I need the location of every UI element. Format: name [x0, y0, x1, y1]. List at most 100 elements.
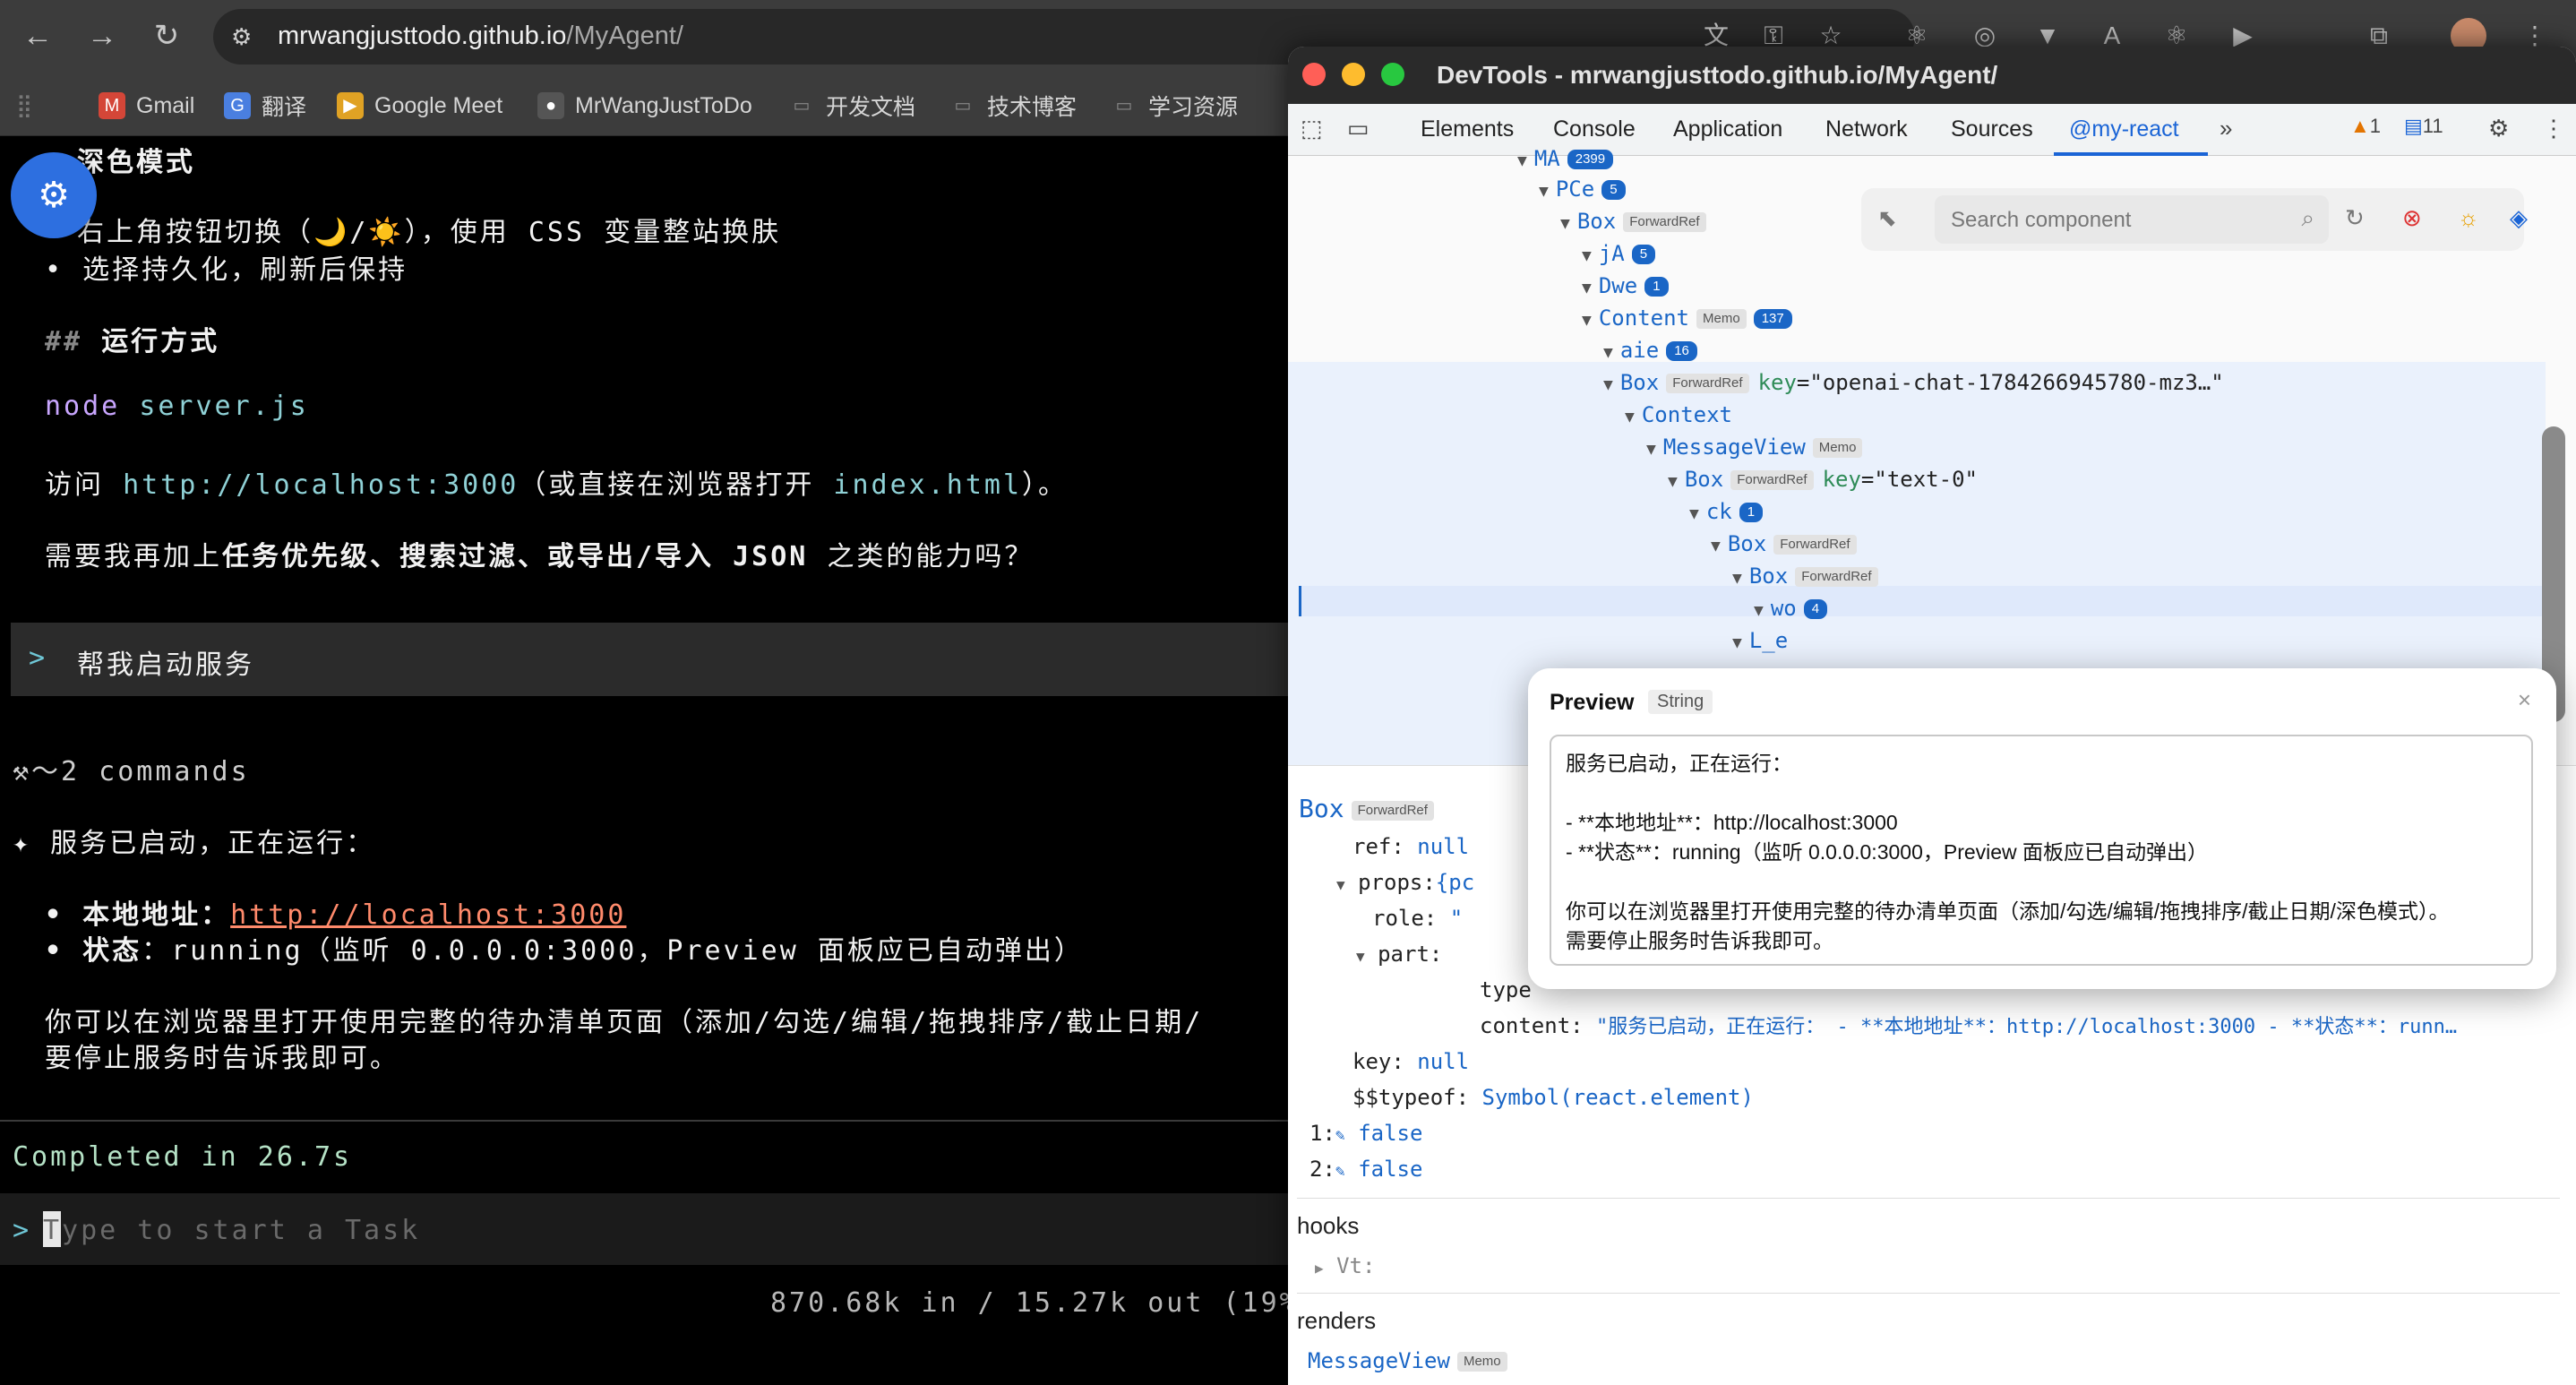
bullet-persist: • 选择持久化，刷新后保持	[45, 254, 408, 286]
tree-node[interactable]: ▼ Content Memo 137	[1582, 303, 1792, 333]
clear-icon[interactable]: ⊗	[2402, 204, 2422, 232]
localhost-link[interactable]: http://localhost:3000	[230, 899, 626, 931]
run-command: node server.js	[45, 391, 309, 422]
close-window-button[interactable]	[1302, 63, 1326, 86]
settings-icon[interactable]: ⚙	[2488, 115, 2509, 142]
refresh-icon[interactable]: ↻	[2345, 204, 2365, 232]
renders-item[interactable]: MessageView Memo	[1308, 1345, 1507, 1377]
task-text: 帮我启动服务	[77, 649, 254, 681]
tab-application[interactable]: Application	[1673, 116, 1782, 142]
forward-icon[interactable]: →	[82, 16, 122, 56]
edit-icon[interactable]: ✎	[1335, 1162, 1345, 1181]
tree-node[interactable]: ▼ MA 2399	[1517, 143, 1614, 174]
prop-role: role: "	[1372, 906, 1464, 931]
tree-node[interactable]: ▼ Box ForwardRef	[1711, 529, 1857, 559]
kebab-menu-icon[interactable]: ⋮	[2542, 115, 2565, 142]
site-settings-icon[interactable]: ⚙	[231, 23, 258, 50]
component-toolbar: ⬉ Search component ⌕ ↻ ⊗ ☼ ◈	[1861, 188, 2528, 251]
input-prompt: >	[13, 1215, 32, 1246]
tree-node[interactable]: ▼ PCe 5	[1539, 174, 1626, 204]
prop-part[interactable]: ▼ part:	[1356, 938, 1442, 970]
messages-badge[interactable]: ▤11	[2404, 115, 2443, 138]
tree-node[interactable]: ▼ wo 4	[1754, 593, 1828, 624]
warnings-badge[interactable]: ▲1	[2350, 115, 2381, 138]
prop-content: content: "服务已启动，正在运行： - **本地地址**：http://…	[1480, 1013, 2458, 1038]
folder-icon: ▭	[1115, 96, 1133, 116]
devtools-tabbar: ⬚ ▭ Elements Console Application Network…	[1288, 104, 2576, 156]
more-tabs-icon[interactable]: »	[2220, 115, 2232, 142]
dark-mode-heading: 深色模式	[77, 147, 195, 178]
prop-2[interactable]: 2:✎ false	[1309, 1153, 1422, 1185]
preview-title: Preview	[1550, 690, 1635, 715]
warning-icon: ▲	[2350, 115, 2370, 137]
folder-icon: ▭	[793, 96, 811, 116]
hook-vt[interactable]: ▶ Vt:	[1315, 1250, 1375, 1282]
tab-console[interactable]: Console	[1553, 116, 1636, 142]
bookmark-gmail[interactable]: M Gmail	[99, 90, 194, 122]
inspect-element-icon[interactable]: ⬚	[1301, 115, 1323, 142]
preview-textarea[interactable]: 服务已启动，正在运行： - **本地地址**：http://localhost:…	[1550, 735, 2533, 966]
tree-node[interactable]: ▼ Dwe 1	[1582, 271, 1669, 301]
token-usage: 870.68k in / 15.27k out (19%) t	[770, 1287, 1355, 1319]
github-icon: ●	[537, 92, 564, 119]
tree-node[interactable]: ▼ L_e	[1732, 625, 1788, 656]
url-text[interactable]: mrwangjusttodo.github.io/MyAgent/	[278, 22, 683, 51]
tree-node[interactable]: ▼ aie 16	[1603, 335, 1697, 366]
edit-icon[interactable]: ✎	[1335, 1126, 1345, 1145]
bookmark-folder-docs[interactable]: ▭ 开发文档	[788, 90, 915, 122]
divider	[0, 1120, 1290, 1122]
bookmark-folder-learning[interactable]: ▭ 学习资源	[1111, 90, 1238, 122]
tab-sources[interactable]: Sources	[1951, 116, 2033, 142]
paragraph-line-1: 你可以在浏览器里打开使用完整的待办清单页面（添加/勾选/编辑/拖拽排序/截止日期…	[45, 1007, 1204, 1038]
task-input[interactable]: > Type to start a Task	[0, 1193, 1290, 1265]
close-icon[interactable]: ×	[2518, 686, 2531, 714]
devtools-title: DevTools - mrwangjusttodo.github.io/MyAg…	[1437, 61, 1998, 89]
divider	[1297, 1198, 2560, 1199]
bookmark-google-meet[interactable]: ▶ Google Meet	[337, 90, 502, 122]
tab-network[interactable]: Network	[1825, 116, 1908, 142]
tree-node[interactable]: ▼ Context	[1625, 400, 1732, 430]
search-component-input[interactable]: Search component ⌕	[1935, 195, 2329, 244]
tab-elements[interactable]: Elements	[1421, 116, 1514, 142]
reload-icon[interactable]: ↻	[147, 16, 186, 56]
tree-node[interactable]: ▼ Box ForwardRef key="openai-chat-178426694…	[1603, 367, 2224, 398]
tree-node[interactable]: ▼ ck 1	[1689, 496, 1764, 527]
search-icon: ⌕	[2301, 204, 2314, 231]
tree-node[interactable]: ▼ jA 5	[1582, 238, 1656, 269]
commands-summary[interactable]: ⚒～2 commands	[13, 749, 250, 788]
devtools-titlebar: DevTools - mrwangjusttodo.github.io/MyAg…	[1288, 47, 2576, 104]
tree-node[interactable]: ▼ Box ForwardRef	[1560, 206, 1706, 237]
pick-component-icon[interactable]: ⬉	[1877, 204, 1897, 232]
completed-status: Completed in 26.7s	[13, 1141, 353, 1173]
prop-props[interactable]: ▼ props:{pc	[1336, 866, 1474, 899]
address-line: • 本地地址：http://localhost:3000	[45, 899, 627, 931]
device-toolbar-icon[interactable]: ▭	[1347, 115, 1370, 142]
cube-icon[interactable]: ◈	[2510, 204, 2528, 232]
minimize-window-button[interactable]	[1342, 63, 1365, 86]
back-icon[interactable]: ←	[18, 16, 57, 56]
prop-key: key: null	[1352, 1049, 1470, 1074]
prop-1[interactable]: 1:✎ false	[1309, 1117, 1422, 1149]
message-icon: ▤	[2404, 115, 2423, 137]
task-prompt: >	[29, 642, 48, 674]
ask-line: 需要我再加上任务优先级、搜索过滤、或导出/导入 JSON 之类的能力吗？	[45, 541, 1035, 572]
run-heading: ## 运行方式	[45, 326, 220, 357]
tree-node-selected[interactable]: ▼ Box ForwardRef key="text-0"	[1668, 464, 1978, 495]
theme-sun-icon[interactable]: ☼	[2458, 204, 2479, 232]
bullet-toggle: 右上角按钮切换（🌙/☀️），使用 CSS 变量整站换肤	[77, 217, 782, 248]
folder-icon: ▭	[954, 96, 972, 116]
tree-node[interactable]: ▼ MessageView Memo	[1646, 432, 1863, 462]
maximize-window-button[interactable]	[1381, 63, 1404, 86]
tree-node[interactable]: ▼ Box ForwardRef	[1732, 561, 1878, 591]
visit-line: 访问 http://localhost:3000（或直接在浏览器打开 index…	[45, 469, 1069, 501]
settings-gear-button[interactable]: ⚙	[11, 152, 97, 238]
bookmark-translate[interactable]: G 翻译	[224, 90, 306, 122]
prop-typeof: $$typeof: Symbol(react.element)	[1352, 1085, 1754, 1110]
apps-icon[interactable]: ⣿	[16, 90, 32, 122]
tab-my-react[interactable]: @my-react	[2069, 116, 2179, 142]
bookmark-github[interactable]: ● MrWangJustToDo	[537, 90, 752, 122]
renders-heading: renders	[1297, 1307, 1377, 1334]
input-placeholder: Type to start a Task	[43, 1215, 421, 1246]
paragraph-line-2: 要停止服务时告诉我即可。	[45, 1043, 399, 1074]
bookmark-folder-blogs[interactable]: ▭ 技术博客	[949, 90, 1077, 122]
